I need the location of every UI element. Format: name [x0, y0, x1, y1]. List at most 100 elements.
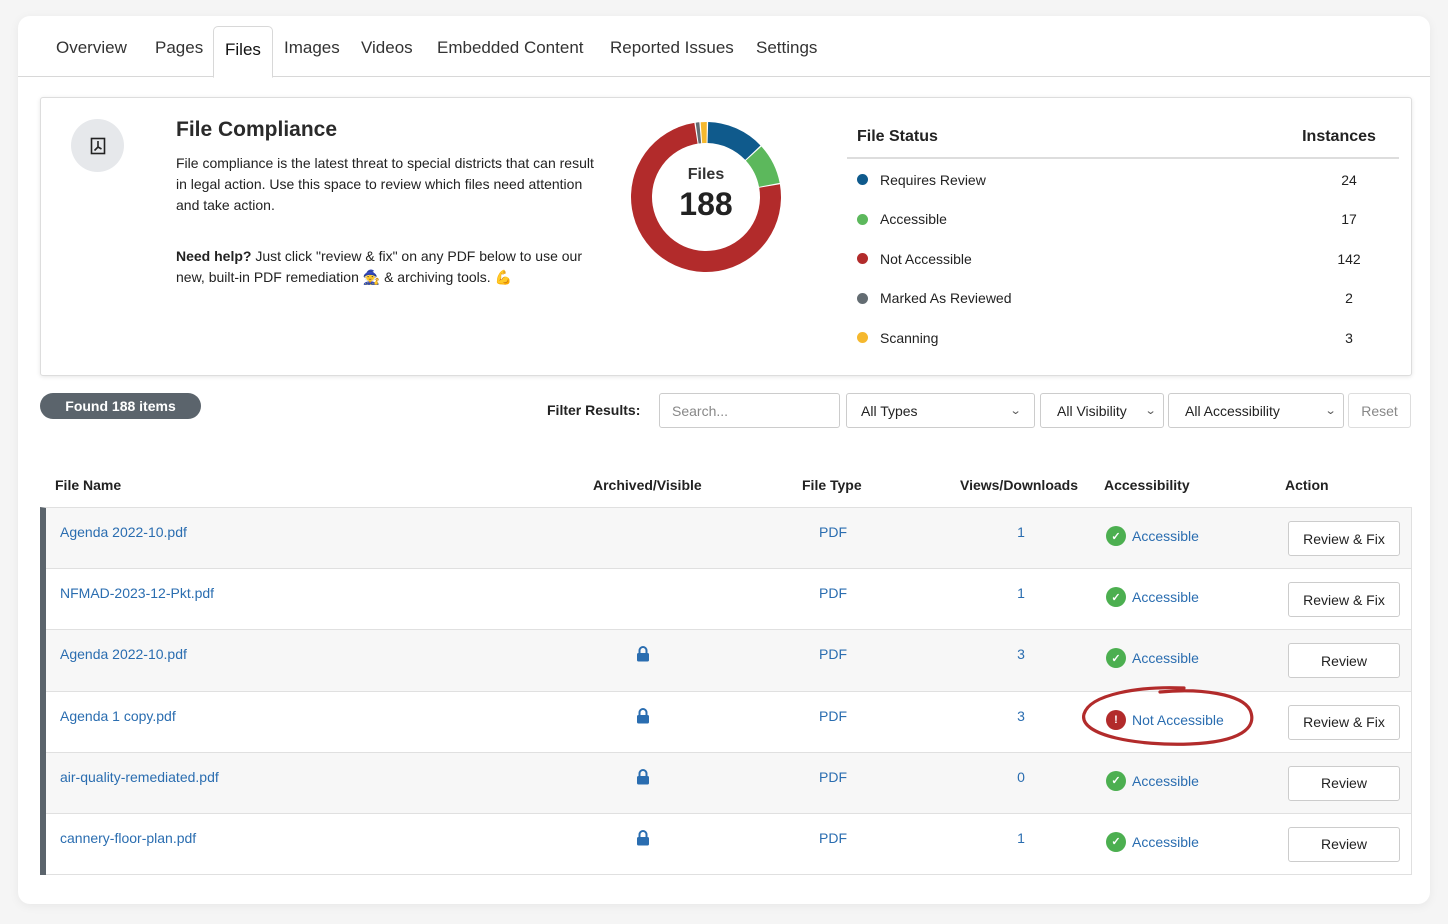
- accessibility-select[interactable]: All Accessibility ⌄: [1168, 393, 1344, 428]
- file-type-link[interactable]: PDF: [819, 585, 847, 601]
- accessibility-label[interactable]: Accessible: [1132, 528, 1199, 544]
- reset-button[interactable]: Reset: [1348, 393, 1411, 428]
- tab-settings[interactable]: Settings: [756, 38, 817, 58]
- accessibility-status[interactable]: ✓ Accessible: [1106, 587, 1199, 608]
- file-type-link[interactable]: PDF: [819, 646, 847, 662]
- status-row-marked-as-reviewed: Marked As Reviewed 2: [847, 279, 1399, 319]
- accessibility-label[interactable]: Accessible: [1132, 589, 1199, 605]
- header-instances: Instances: [1302, 128, 1376, 145]
- check-circle-icon: ✓: [1106, 648, 1126, 669]
- views-count[interactable]: 1: [986, 830, 1056, 846]
- lock-icon[interactable]: [636, 707, 650, 727]
- visibility-select-value: All Visibility: [1057, 402, 1127, 419]
- status-dot: [857, 292, 868, 304]
- file-compliance-card: File Compliance File compliance is the l…: [40, 97, 1412, 376]
- views-count[interactable]: 1: [986, 524, 1056, 540]
- table-row: NFMAD-2023-12-Pkt.pdf PDF 1 ✓ Accessible Revi…: [46, 569, 1411, 631]
- card-description: File compliance is the latest threat to …: [176, 155, 594, 213]
- accessibility-label[interactable]: Accessible: [1132, 773, 1199, 789]
- file-name-link[interactable]: Agenda 1 copy.pdf: [60, 708, 176, 724]
- header-file-status: File Status: [857, 128, 938, 145]
- file-name-link[interactable]: cannery-floor-plan.pdf: [60, 830, 196, 846]
- status-dot: [857, 213, 868, 225]
- accessibility-status[interactable]: ✓ Accessible: [1106, 831, 1199, 852]
- chevron-down-icon: ⌄: [1324, 405, 1337, 417]
- col-archived-visible[interactable]: Archived/Visible: [593, 477, 702, 493]
- status-label: Requires Review: [880, 171, 986, 188]
- table-row: Agenda 2022-10.pdf PDF 3 ✓ Accessible Review: [46, 630, 1411, 692]
- accessibility-status[interactable]: ✓ Accessible: [1106, 648, 1199, 669]
- status-count: 3: [1345, 329, 1353, 346]
- status-count: 17: [1341, 211, 1357, 228]
- file-type-link[interactable]: PDF: [819, 830, 847, 846]
- type-select[interactable]: All Types ⌄: [846, 393, 1035, 428]
- views-count[interactable]: 3: [986, 708, 1056, 724]
- file-type-link[interactable]: PDF: [819, 524, 847, 540]
- accessibility-label[interactable]: Accessible: [1132, 650, 1199, 666]
- file-name-link[interactable]: NFMAD-2023-12-Pkt.pdf: [60, 585, 214, 601]
- lock-icon[interactable]: [636, 768, 650, 788]
- check-circle-icon: ✓: [1106, 526, 1126, 546]
- check-circle-icon: ✓: [1106, 770, 1126, 791]
- status-table-header: File Status Instances: [847, 128, 1399, 159]
- visibility-select[interactable]: All Visibility ⌄: [1040, 393, 1164, 428]
- tab-images[interactable]: Images: [284, 38, 340, 58]
- filter-results-label: Filter Results:: [547, 402, 641, 418]
- donut-slice-scanning[interactable]: [700, 122, 707, 144]
- file-status-table: File Status Instances Requires Review 24…: [847, 128, 1399, 358]
- tab-embedded-content[interactable]: Embedded Content: [437, 38, 584, 58]
- col-accessibility[interactable]: Accessibility: [1104, 477, 1190, 493]
- file-type-link[interactable]: PDF: [819, 708, 847, 724]
- file-name-link[interactable]: Agenda 2022-10.pdf: [60, 646, 187, 662]
- review-button[interactable]: Review & Fix: [1288, 521, 1400, 556]
- search-input[interactable]: [659, 393, 840, 428]
- donut-label: Files: [687, 166, 725, 183]
- card-title: File Compliance: [176, 118, 338, 141]
- accessibility-label[interactable]: Accessible: [1132, 834, 1199, 850]
- check-circle-icon: ✓: [1106, 587, 1126, 608]
- review-button[interactable]: Review: [1288, 643, 1400, 679]
- accessibility-status[interactable]: ✓ Accessible: [1106, 770, 1199, 791]
- table-row: Agenda 1 copy.pdf PDF 3! Not Accessible Revi…: [46, 692, 1411, 753]
- tab-pages[interactable]: Pages: [155, 38, 203, 58]
- lock-icon[interactable]: [636, 646, 650, 665]
- tab-overview[interactable]: Overview: [56, 38, 127, 58]
- review-button[interactable]: Review: [1288, 826, 1400, 862]
- review-button[interactable]: Review: [1288, 765, 1400, 801]
- status-row-accessible: Accessible 17: [847, 200, 1399, 240]
- alert-circle-icon: !: [1106, 709, 1126, 730]
- tab-reported-issues[interactable]: Reported Issues: [610, 38, 734, 58]
- lock-icon[interactable]: [636, 829, 650, 849]
- table-row: cannery-floor-plan.pdf PDF 1 ✓ Accessible Rev…: [46, 814, 1411, 876]
- status-count: 24: [1341, 171, 1357, 188]
- col-file-type[interactable]: File Type: [802, 477, 862, 493]
- review-button[interactable]: Review & Fix: [1288, 704, 1400, 740]
- accessibility-status[interactable]: ✓ Accessible: [1106, 526, 1199, 546]
- col-action[interactable]: Action: [1285, 477, 1329, 493]
- accessibility-label[interactable]: Not Accessible: [1132, 712, 1224, 728]
- review-button[interactable]: Review & Fix: [1288, 582, 1400, 618]
- donut-slice-requires-review[interactable]: [707, 122, 761, 160]
- col-file-name[interactable]: File Name: [55, 477, 121, 493]
- tab-videos[interactable]: Videos: [361, 38, 413, 58]
- status-label: Scanning: [880, 329, 939, 346]
- file-type-link[interactable]: PDF: [819, 769, 847, 785]
- col-views-downloads[interactable]: Views/Downloads: [960, 477, 1078, 493]
- tab-files[interactable]: Files: [213, 26, 273, 78]
- status-row-requires-review: Requires Review 24: [847, 160, 1399, 200]
- views-count[interactable]: 1: [986, 585, 1056, 601]
- chevron-down-icon: ⌄: [1144, 405, 1157, 417]
- views-count[interactable]: 0: [986, 769, 1056, 785]
- file-name-link[interactable]: Agenda 2022-10.pdf: [60, 524, 187, 540]
- table-row: Agenda 2022-10.pdf PDF 1 ✓ Accessible Review …: [46, 508, 1411, 570]
- views-count[interactable]: 3: [986, 646, 1056, 662]
- status-dot: [857, 174, 868, 186]
- found-items-badge: Found 188 items: [40, 393, 201, 419]
- status-row-scanning: Scanning 3: [847, 318, 1399, 358]
- tab-bar: Overview Pages Files Images Videos Embed…: [18, 16, 1430, 78]
- status-dot: [857, 332, 868, 344]
- accessibility-select-value: All Accessibility: [1185, 402, 1280, 419]
- accessibility-status[interactable]: ! Not Accessible: [1106, 709, 1224, 730]
- status-count: 142: [1337, 250, 1361, 267]
- file-name-link[interactable]: air-quality-remediated.pdf: [60, 769, 219, 785]
